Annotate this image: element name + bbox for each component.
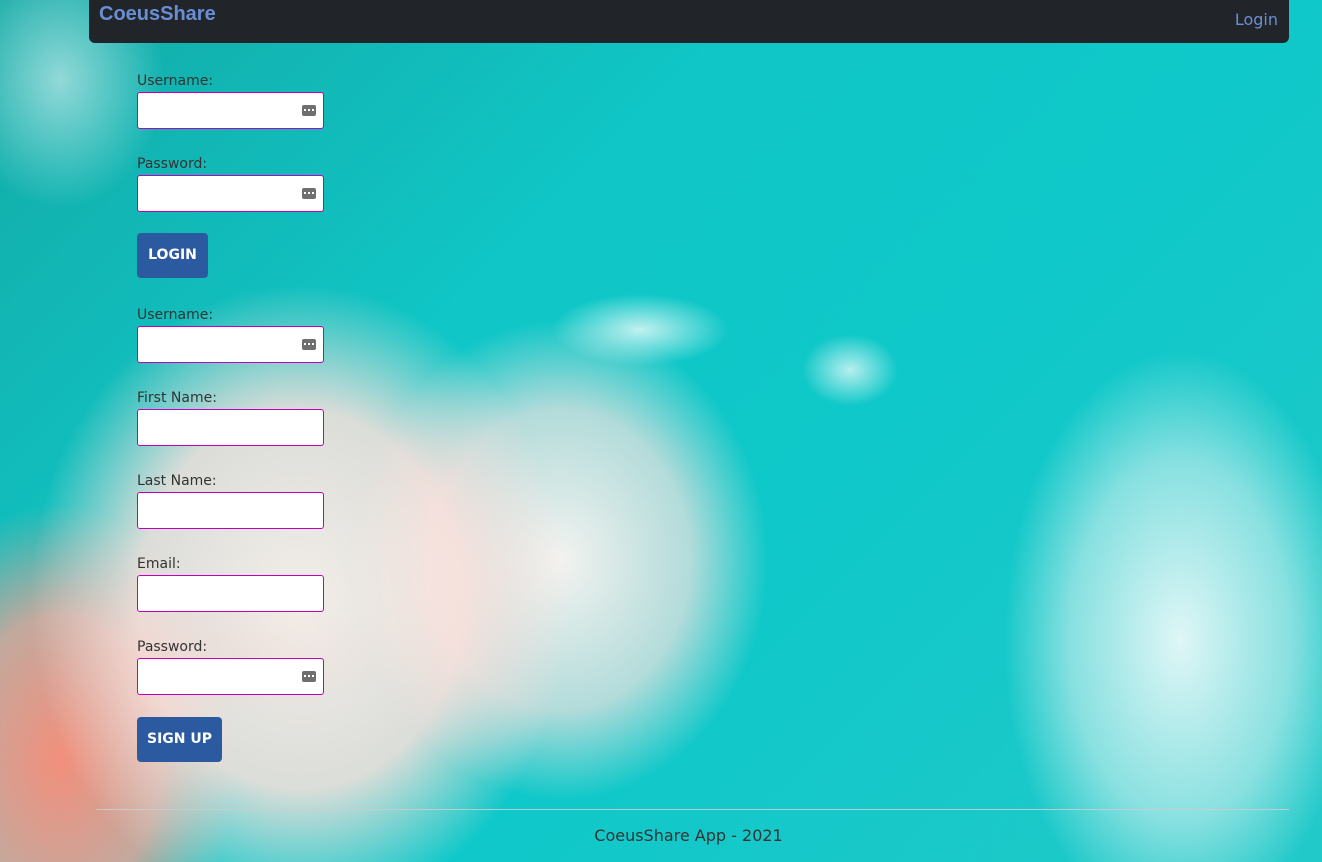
brand-logo[interactable]: CoeusShare: [99, 3, 216, 26]
login-form: Username: Password: LOGIN: [137, 72, 327, 278]
login-button[interactable]: LOGIN: [137, 233, 208, 278]
login-password-label: Password:: [137, 156, 208, 172]
signup-email-label: Email:: [137, 556, 181, 572]
signup-form: Username: First Name: Last Name: Email: …: [137, 306, 327, 762]
signup-username-group: Username:: [137, 306, 327, 363]
navbar: CoeusShare Login: [89, 0, 1289, 43]
signup-last-name-input[interactable]: [138, 493, 323, 528]
footer-text: CoeusShare App - 2021: [594, 826, 783, 845]
login-password-group: Password:: [137, 155, 327, 212]
signup-password-label: Password:: [137, 639, 208, 655]
signup-button[interactable]: SIGN UP: [137, 717, 222, 762]
signup-first-name-label: First Name:: [137, 390, 217, 406]
signup-first-name-input[interactable]: [138, 410, 323, 445]
footer-divider: [96, 809, 1289, 810]
login-username-box: [137, 92, 324, 129]
password-manager-key-icon[interactable]: [302, 339, 316, 350]
signup-username-input[interactable]: [138, 327, 323, 362]
signup-password-input[interactable]: [138, 659, 323, 694]
signup-username-label: Username:: [137, 307, 214, 323]
signup-email-box: [137, 575, 324, 612]
signup-password-group: Password:: [137, 638, 327, 695]
login-username-group: Username:: [137, 72, 327, 129]
login-password-input[interactable]: [138, 176, 323, 211]
password-manager-key-icon[interactable]: [302, 671, 316, 682]
signup-first-name-box: [137, 409, 324, 446]
signup-username-box: [137, 326, 324, 363]
login-username-label: Username:: [137, 73, 214, 89]
signup-email-group: Email:: [137, 555, 327, 612]
signup-last-name-group: Last Name:: [137, 472, 327, 529]
signup-last-name-box: [137, 492, 324, 529]
password-manager-key-icon[interactable]: [302, 188, 316, 199]
login-username-input[interactable]: [138, 93, 323, 128]
signup-first-name-group: First Name:: [137, 389, 327, 446]
signup-email-input[interactable]: [138, 576, 323, 611]
signup-password-box: [137, 658, 324, 695]
password-manager-key-icon[interactable]: [302, 105, 316, 116]
nav-login-link[interactable]: Login: [1235, 10, 1278, 29]
signup-last-name-label: Last Name:: [137, 473, 217, 489]
login-password-box: [137, 175, 324, 212]
